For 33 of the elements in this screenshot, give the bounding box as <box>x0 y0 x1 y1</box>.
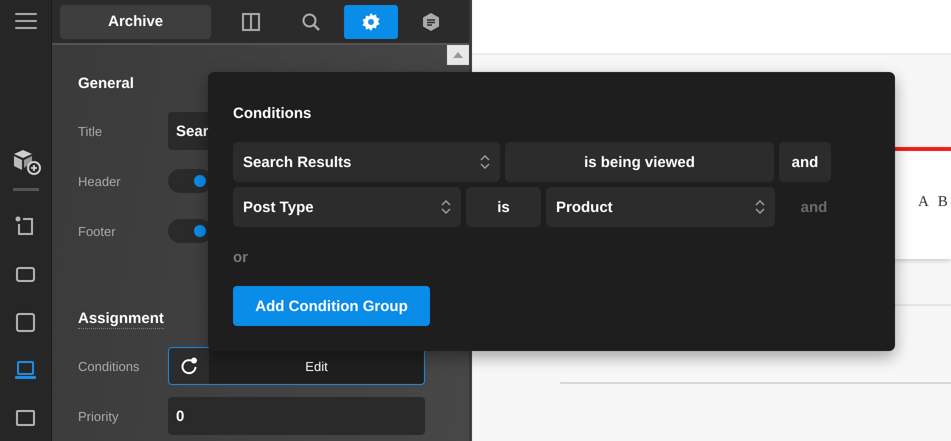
rotate-icon <box>180 357 198 375</box>
search-icon <box>301 12 322 32</box>
chevrons-icon <box>480 155 490 169</box>
add-condition-group-button[interactable]: Add Condition Group <box>233 286 430 326</box>
and-button[interactable]: and <box>779 142 831 182</box>
archive-button[interactable]: Archive <box>60 4 212 38</box>
settings-tab[interactable] <box>344 4 398 38</box>
field-label: Conditions <box>78 358 140 374</box>
text-field[interactable]: 0 <box>168 397 425 435</box>
menu-icon[interactable] <box>14 12 36 30</box>
popup-title: Conditions <box>233 105 312 122</box>
field-label: Title <box>78 124 104 138</box>
section-heading: General <box>78 75 134 92</box>
chevrons-icon <box>755 200 765 214</box>
product-heading: A B <box>918 194 951 210</box>
settings-icon <box>361 12 382 32</box>
chevrons-icon <box>441 200 451 214</box>
hexagon-icon <box>421 12 442 32</box>
edit-button[interactable]: Edit <box>168 347 425 385</box>
field-label: Priority <box>78 408 120 424</box>
or-label: or <box>233 249 248 266</box>
select-field[interactable]: Search Results <box>233 142 500 182</box>
laptop-icon[interactable] <box>15 359 36 380</box>
frame-icon[interactable] <box>15 216 36 238</box>
operator-field: is being viewed <box>505 142 774 182</box>
select-field[interactable]: Product <box>546 187 775 227</box>
layout-icon <box>241 12 262 32</box>
section-heading: Assignment <box>78 310 164 329</box>
square-icon[interactable] <box>15 312 36 332</box>
select-field[interactable]: Post Type <box>233 187 461 227</box>
field-label: Footer <box>78 224 117 238</box>
operator-field: is <box>466 187 541 227</box>
field-label: Header <box>78 174 122 188</box>
